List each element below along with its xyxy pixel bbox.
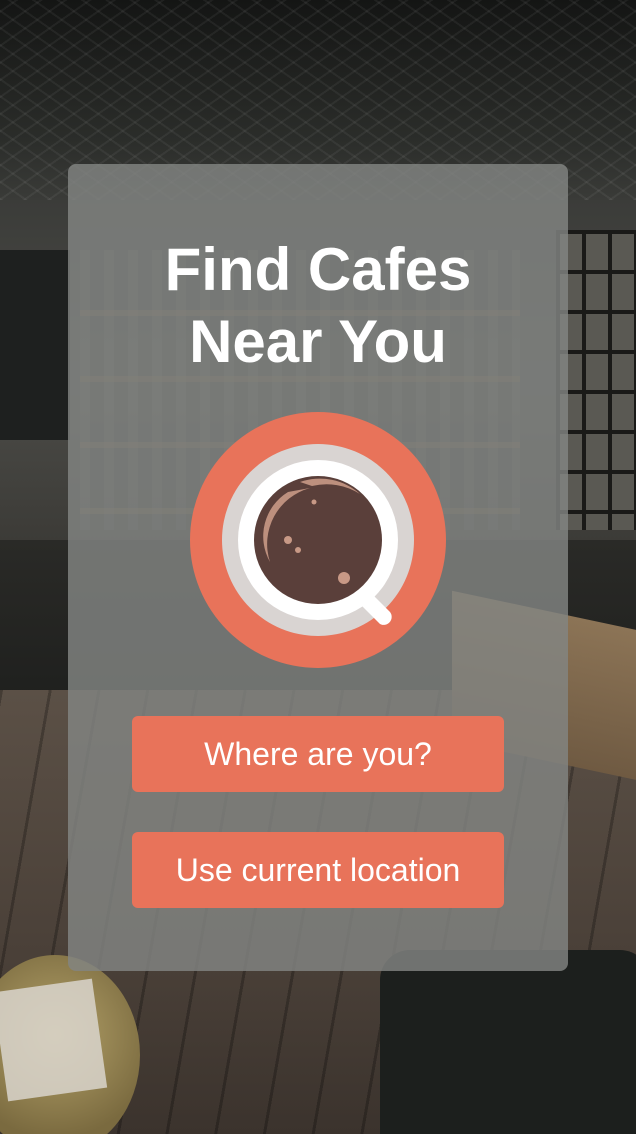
page-title: Find Cafes Near You <box>68 234 568 378</box>
title-line-2: Near You <box>189 308 447 375</box>
background-window <box>556 230 636 530</box>
search-card: Find Cafes Near You Where are you? Use c… <box>68 164 568 971</box>
background-chair <box>380 950 636 1134</box>
where-are-you-button[interactable]: Where are you? <box>132 716 504 792</box>
title-line-1: Find Cafes <box>164 236 472 303</box>
coffee-cup-icon <box>190 412 446 668</box>
background-chalkboard <box>0 250 70 440</box>
background-papers <box>0 978 108 1102</box>
use-current-location-button[interactable]: Use current location <box>132 832 504 908</box>
